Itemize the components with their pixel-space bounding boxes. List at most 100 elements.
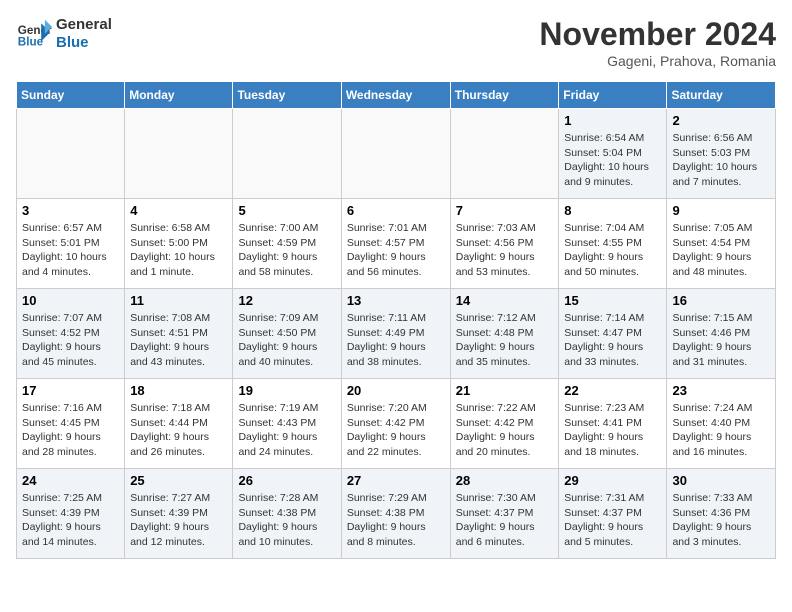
logo-line1: General [56, 16, 112, 34]
col-sunday: Sunday [17, 82, 125, 109]
day-number: 8 [564, 203, 661, 218]
day-info: Sunrise: 7:24 AMSunset: 4:40 PMDaylight:… [672, 401, 770, 460]
table-row: 19 Sunrise: 7:19 AMSunset: 4:43 PMDayligh… [233, 379, 341, 469]
table-row: 28 Sunrise: 7:30 AMSunset: 4:37 PMDayligh… [450, 469, 559, 559]
day-info: Sunrise: 7:04 AMSunset: 4:55 PMDaylight:… [564, 221, 661, 280]
day-info: Sunrise: 7:19 AMSunset: 4:43 PMDaylight:… [238, 401, 335, 460]
table-row: 13 Sunrise: 7:11 AMSunset: 4:49 PMDayligh… [341, 289, 450, 379]
table-row: 22Sunrise: 7:23 AMSunset: 4:41 PMDayligh… [559, 379, 667, 469]
table-row: 26Sunrise: 7:28 AMSunset: 4:38 PMDayligh… [233, 469, 341, 559]
day-info: Sunrise: 7:07 AMSunset: 4:52 PMDaylight:… [22, 311, 119, 370]
day-info: Sunrise: 7:09 AMSunset: 4:50 PMDaylight:… [238, 311, 335, 370]
day-info: Sunrise: 6:57 AMSunset: 5:01 PMDaylight:… [22, 221, 119, 280]
day-info: Sunrise: 7:29 AMSunset: 4:38 PMDaylight:… [347, 491, 445, 550]
day-number: 16 [672, 293, 770, 308]
calendar-week-row: 17 Sunrise: 7:16 AMSunset: 4:45 PMDayligh… [17, 379, 776, 469]
table-row: 2 Sunrise: 6:56 AMSunset: 5:03 PMDaylight… [667, 109, 776, 199]
table-row: 10 Sunrise: 7:07 AMSunset: 4:52 PMDayligh… [17, 289, 125, 379]
table-row: 1Sunrise: 6:54 AMSunset: 5:04 PMDaylight… [559, 109, 667, 199]
table-row: 29 Sunrise: 7:31 AMSunset: 4:37 PMDayligh… [559, 469, 667, 559]
table-row: 6 Sunrise: 7:01 AMSunset: 4:57 PMDaylight… [341, 199, 450, 289]
logo: General Blue General Blue [16, 16, 112, 52]
col-tuesday: Tuesday [233, 82, 341, 109]
col-wednesday: Wednesday [341, 82, 450, 109]
day-number: 30 [672, 473, 770, 488]
day-info: Sunrise: 7:08 AMSunset: 4:51 PMDaylight:… [130, 311, 227, 370]
table-row: 18 Sunrise: 7:18 AMSunset: 4:44 PMDayligh… [125, 379, 233, 469]
table-row: 5 Sunrise: 7:00 AMSunset: 4:59 PMDaylight… [233, 199, 341, 289]
svg-text:Blue: Blue [18, 36, 44, 49]
table-row: 8 Sunrise: 7:04 AMSunset: 4:55 PMDaylight… [559, 199, 667, 289]
day-number: 5 [238, 203, 335, 218]
day-number: 26 [238, 473, 335, 488]
day-info: Sunrise: 7:16 AMSunset: 4:45 PMDaylight:… [22, 401, 119, 460]
day-info: Sunrise: 7:31 AMSunset: 4:37 PMDaylight:… [564, 491, 661, 550]
calendar-week-row: 10 Sunrise: 7:07 AMSunset: 4:52 PMDayligh… [17, 289, 776, 379]
day-info: Sunrise: 7:01 AMSunset: 4:57 PMDaylight:… [347, 221, 445, 280]
day-info: Sunrise: 6:58 AMSunset: 5:00 PMDaylight:… [130, 221, 227, 280]
day-number: 21 [456, 383, 554, 398]
day-info: Sunrise: 6:54 AMSunset: 5:04 PMDaylight:… [564, 131, 661, 190]
day-info: Sunrise: 7:00 AMSunset: 4:59 PMDaylight:… [238, 221, 335, 280]
table-row: 16 Sunrise: 7:15 AMSunset: 4:46 PMDayligh… [667, 289, 776, 379]
day-info: Sunrise: 7:33 AMSunset: 4:36 PMDaylight:… [672, 491, 770, 550]
day-number: 18 [130, 383, 227, 398]
day-info: Sunrise: 7:20 AMSunset: 4:42 PMDaylight:… [347, 401, 445, 460]
col-friday: Friday [559, 82, 667, 109]
day-info: Sunrise: 7:22 AMSunset: 4:42 PMDaylight:… [456, 401, 554, 460]
day-number: 9 [672, 203, 770, 218]
day-number: 25 [130, 473, 227, 488]
day-info: Sunrise: 7:30 AMSunset: 4:37 PMDaylight:… [456, 491, 554, 550]
col-thursday: Thursday [450, 82, 559, 109]
month-title: November 2024 [539, 16, 776, 53]
table-row [17, 109, 125, 199]
day-number: 2 [672, 113, 770, 128]
col-monday: Monday [125, 82, 233, 109]
title-section: November 2024 Gageni, Prahova, Romania [539, 16, 776, 69]
day-number: 23 [672, 383, 770, 398]
table-row: 21 Sunrise: 7:22 AMSunset: 4:42 PMDayligh… [450, 379, 559, 469]
col-saturday: Saturday [667, 82, 776, 109]
table-row: 9 Sunrise: 7:05 AMSunset: 4:54 PMDaylight… [667, 199, 776, 289]
day-info: Sunrise: 7:25 AMSunset: 4:39 PMDaylight:… [22, 491, 119, 550]
table-row [341, 109, 450, 199]
day-info: Sunrise: 6:56 AMSunset: 5:03 PMDaylight:… [672, 131, 770, 190]
table-row: 11Sunrise: 7:08 AMSunset: 4:51 PMDayligh… [125, 289, 233, 379]
day-number: 13 [347, 293, 445, 308]
day-number: 3 [22, 203, 119, 218]
day-number: 20 [347, 383, 445, 398]
day-info: Sunrise: 7:11 AMSunset: 4:49 PMDaylight:… [347, 311, 445, 370]
day-info: Sunrise: 7:23 AMSunset: 4:41 PMDaylight:… [564, 401, 661, 460]
day-number: 19 [238, 383, 335, 398]
calendar-table: Sunday Monday Tuesday Wednesday Thursday… [16, 81, 776, 559]
day-number: 6 [347, 203, 445, 218]
logo-icon: General Blue [16, 16, 52, 52]
day-info: Sunrise: 7:15 AMSunset: 4:46 PMDaylight:… [672, 311, 770, 370]
table-row: 23 Sunrise: 7:24 AMSunset: 4:40 PMDayligh… [667, 379, 776, 469]
location-subtitle: Gageni, Prahova, Romania [539, 53, 776, 69]
day-info: Sunrise: 7:14 AMSunset: 4:47 PMDaylight:… [564, 311, 661, 370]
day-number: 28 [456, 473, 554, 488]
day-info: Sunrise: 7:03 AMSunset: 4:56 PMDaylight:… [456, 221, 554, 280]
day-number: 15 [564, 293, 661, 308]
day-number: 14 [456, 293, 554, 308]
table-row [450, 109, 559, 199]
day-number: 27 [347, 473, 445, 488]
table-row: 27 Sunrise: 7:29 AMSunset: 4:38 PMDayligh… [341, 469, 450, 559]
calendar-week-row: 24Sunrise: 7:25 AMSunset: 4:39 PMDayligh… [17, 469, 776, 559]
table-row: 30 Sunrise: 7:33 AMSunset: 4:36 PMDayligh… [667, 469, 776, 559]
day-number: 4 [130, 203, 227, 218]
day-info: Sunrise: 7:12 AMSunset: 4:48 PMDaylight:… [456, 311, 554, 370]
day-number: 7 [456, 203, 554, 218]
table-row: 15 Sunrise: 7:14 AMSunset: 4:47 PMDayligh… [559, 289, 667, 379]
day-number: 29 [564, 473, 661, 488]
calendar-week-row: 3 Sunrise: 6:57 AMSunset: 5:01 PMDaylight… [17, 199, 776, 289]
table-row [233, 109, 341, 199]
day-number: 17 [22, 383, 119, 398]
day-number: 10 [22, 293, 119, 308]
table-row: 7 Sunrise: 7:03 AMSunset: 4:56 PMDaylight… [450, 199, 559, 289]
day-info: Sunrise: 7:18 AMSunset: 4:44 PMDaylight:… [130, 401, 227, 460]
table-row: 17 Sunrise: 7:16 AMSunset: 4:45 PMDayligh… [17, 379, 125, 469]
day-info: Sunrise: 7:05 AMSunset: 4:54 PMDaylight:… [672, 221, 770, 280]
table-row: 20 Sunrise: 7:20 AMSunset: 4:42 PMDayligh… [341, 379, 450, 469]
